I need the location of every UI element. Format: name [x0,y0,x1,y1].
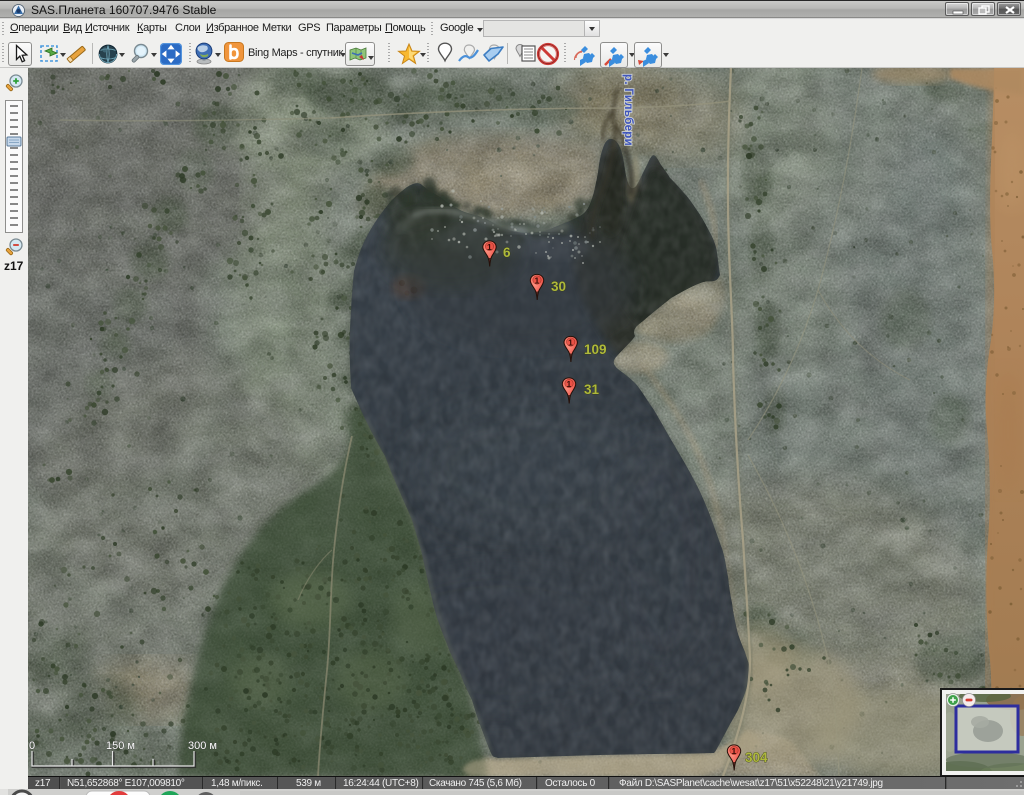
svg-text:1: 1 [568,337,573,347]
svg-text:304: 304 [745,750,768,765]
svg-text:р. Гильбери: р. Гильбери [622,74,634,146]
svg-text:1: 1 [534,275,539,285]
svg-text:30: 30 [551,279,566,294]
svg-text:1: 1 [487,242,492,252]
svg-text:1: 1 [731,746,736,756]
svg-text:6: 6 [503,245,511,260]
svg-text:300 м: 300 м [188,740,217,752]
svg-text:1: 1 [566,379,571,389]
svg-text:0: 0 [29,740,35,752]
svg-text:31: 31 [584,382,600,397]
svg-text:109: 109 [584,342,607,357]
svg-text:150 м: 150 м [106,740,135,752]
